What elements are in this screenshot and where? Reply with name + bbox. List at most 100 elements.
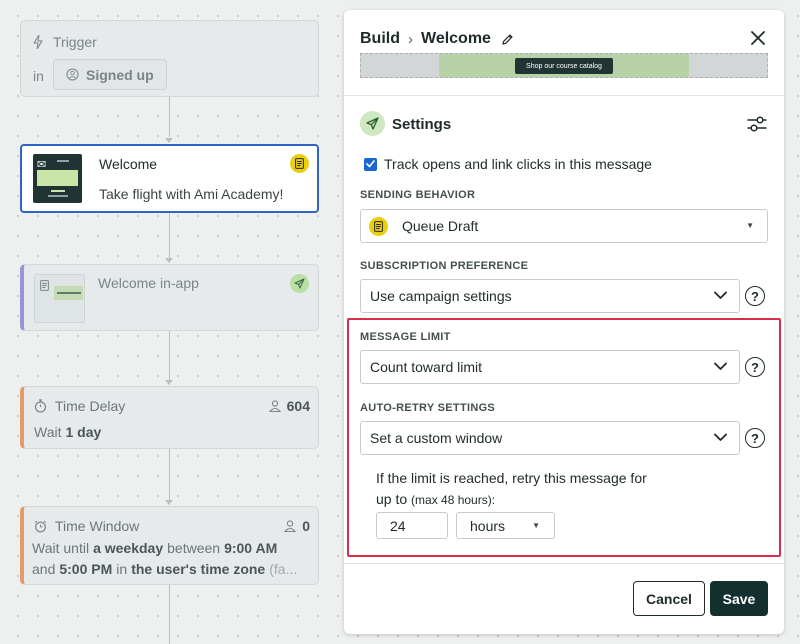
help-glyph: ?	[751, 288, 759, 304]
settings-title: Settings	[392, 116, 452, 133]
draft-badge	[369, 216, 388, 236]
inapp-name: Welcome in-app	[98, 275, 199, 291]
retry-text-line: If the limit is reached, retry this mess…	[376, 470, 647, 486]
subscription-select[interactable]: Use campaign settings	[360, 279, 740, 313]
message-limit-help-icon[interactable]: ?	[745, 357, 765, 377]
connector-arrow	[165, 500, 173, 505]
connector	[169, 585, 170, 644]
help-glyph: ?	[751, 359, 759, 375]
connector-arrow	[165, 138, 173, 143]
sending-behavior-label: SENDING BEHAVIOR	[360, 189, 476, 201]
email-preview-strip[interactable]: Shop our course catalog	[360, 53, 768, 78]
message-limit-select[interactable]: Count toward limit	[360, 350, 740, 384]
time-delay-node[interactable]: Time Delay 604 Wait 1 day	[20, 386, 319, 449]
retry-max-note: (max 48 hours):	[411, 493, 496, 507]
caret-down-icon: ▼	[532, 521, 540, 530]
paper-plane-icon	[366, 117, 379, 130]
window-count: 0	[302, 518, 310, 534]
help-glyph: ?	[751, 430, 759, 446]
stopwatch-icon	[34, 399, 47, 413]
sliders-icon[interactable]	[746, 114, 768, 134]
window-text: and	[32, 561, 56, 577]
connector	[169, 97, 170, 137]
email-subject: Take flight with Ami Academy!	[99, 186, 284, 202]
breadcrumb-separator: ›	[408, 30, 413, 48]
divider	[344, 563, 784, 564]
segment-name: Signed up	[86, 66, 154, 83]
connector	[169, 213, 170, 258]
window-end-time: 5:00 PM	[59, 561, 113, 577]
subscription-help-icon[interactable]: ?	[745, 286, 765, 306]
caret-down-icon: ▼	[746, 221, 754, 230]
trigger-node[interactable]: Trigger in Signed up	[20, 20, 319, 97]
subscription-value: Use campaign settings	[370, 288, 512, 304]
alarm-clock-icon	[34, 520, 47, 532]
person-icon	[284, 520, 297, 532]
window-text: (fa...	[269, 561, 298, 577]
email-thumbnail: ✉	[33, 154, 82, 203]
inapp-thumbnail	[34, 274, 85, 323]
connector	[169, 331, 170, 380]
auto-retry-help-icon[interactable]: ?	[745, 428, 765, 448]
person-icon	[268, 400, 281, 412]
window-title: Time Window	[55, 518, 140, 534]
retry-unit-value: hours	[470, 517, 506, 534]
auto-retry-value: Set a custom window	[370, 430, 503, 446]
connector-arrow	[165, 380, 173, 385]
trigger-in-label: in	[33, 68, 44, 84]
settings-badge	[360, 111, 385, 136]
time-window-node[interactable]: Time Window 0 Wait until a weekday betwe…	[20, 506, 319, 585]
cancel-button[interactable]: Cancel	[633, 581, 705, 616]
retry-amount-input[interactable]: 24	[376, 512, 448, 539]
window-text: Wait until	[32, 540, 90, 556]
window-text: in	[116, 561, 128, 577]
checkbox[interactable]	[364, 157, 377, 171]
track-opens-checkbox[interactable]: Track opens and link clicks in this mess…	[364, 156, 652, 172]
message-limit-label: MESSAGE LIMIT	[360, 331, 451, 343]
divider	[344, 95, 784, 96]
email-name: Welcome	[99, 156, 158, 172]
pencil-icon[interactable]	[501, 33, 514, 46]
document-icon	[40, 280, 49, 291]
document-icon	[374, 220, 383, 232]
sending-behavior-value: Queue Draft	[402, 218, 479, 234]
track-opens-label: Track opens and link clicks in this mess…	[384, 156, 652, 172]
auto-retry-select[interactable]: Set a custom window	[360, 421, 740, 455]
delay-title: Time Delay	[55, 398, 126, 414]
welcome-email-node[interactable]: ✉ Welcome Take flight with Ami Academy!	[20, 144, 319, 213]
close-icon[interactable]	[750, 30, 766, 46]
draft-badge	[290, 154, 309, 173]
window-start-time: 9:00 AM	[224, 540, 278, 556]
inapp-status-badge	[290, 274, 309, 293]
segment-chip[interactable]: Signed up	[53, 59, 167, 90]
segment-icon	[66, 68, 79, 81]
sending-behavior-select[interactable]: Queue Draft ▼	[360, 209, 768, 243]
message-limit-value: Count toward limit	[370, 359, 483, 375]
breadcrumb-parent[interactable]: Build	[360, 30, 400, 48]
lightning-icon	[33, 35, 43, 49]
document-icon	[295, 158, 304, 169]
retry-text-line: up to	[376, 491, 408, 507]
auto-retry-label: AUTO-RETRY SETTINGS	[360, 402, 496, 414]
envelope-icon: ✉	[37, 159, 47, 171]
preview-cta: Shop our course catalog	[515, 58, 613, 74]
breadcrumb-current: Welcome	[421, 30, 491, 47]
chevron-down-icon	[714, 362, 727, 370]
retry-help-text: If the limit is reached, retry this mess…	[376, 468, 676, 511]
retry-amount-value: 24	[390, 517, 406, 534]
paper-plane-icon	[294, 278, 305, 289]
chevron-down-icon	[714, 291, 727, 299]
window-timezone: the user's time zone	[131, 561, 266, 577]
delay-count: 604	[286, 398, 310, 414]
delay-wait-prefix: Wait	[34, 424, 62, 440]
subscription-label: SUBSCRIPTION PREFERENCE	[360, 260, 529, 272]
breadcrumb: Build › Welcome	[360, 30, 514, 48]
chevron-down-icon	[714, 433, 727, 441]
retry-unit-select[interactable]: hours ▼	[456, 512, 555, 539]
connector-arrow	[165, 258, 173, 263]
trigger-title: Trigger	[53, 34, 97, 50]
delay-wait-value: 1 day	[65, 424, 102, 440]
window-text: between	[167, 540, 221, 556]
save-button[interactable]: Save	[710, 581, 768, 616]
inapp-node[interactable]: Welcome in-app	[20, 264, 319, 331]
